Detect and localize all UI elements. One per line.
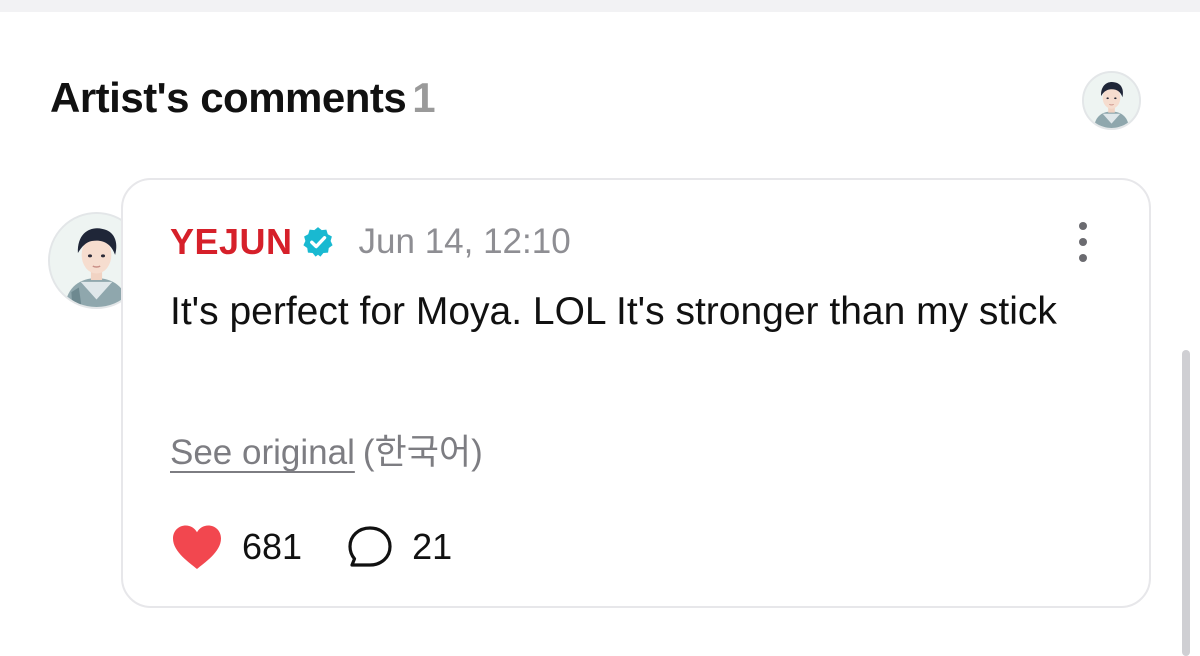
see-original-link[interactable]: See original — [170, 433, 355, 472]
current-user-avatar[interactable] — [1082, 71, 1141, 130]
more-dot — [1079, 254, 1087, 262]
comment-meta: YEJUN Jun 14, 12:10 — [170, 220, 571, 264]
verified-badge-icon — [302, 227, 333, 257]
comment-bubble-icon[interactable] — [346, 524, 394, 570]
original-language: (한국어) — [362, 433, 483, 472]
comment-text: It's perfect for Moya. LOL It's stronger… — [170, 290, 1057, 333]
avatar-illustration — [1084, 73, 1139, 128]
scrollbar-thumb[interactable] — [1182, 350, 1190, 656]
comment-card[interactable]: YEJUN Jun 14, 12:10 It's perfect for Moy… — [121, 178, 1151, 608]
comment-count: 1 — [412, 74, 436, 121]
section-title: Artist's comments 1 — [50, 74, 436, 122]
section-title-label: Artist's comments — [50, 74, 407, 121]
more-dot — [1079, 238, 1087, 246]
comment-stats: 681 21 — [170, 522, 452, 572]
more-vertical-icon[interactable] — [1075, 222, 1091, 262]
like-count: 681 — [242, 526, 303, 567]
reply-count: 21 — [412, 526, 453, 567]
top-status-strip — [0, 0, 1200, 12]
more-dot — [1079, 222, 1087, 230]
author-name[interactable]: YEJUN — [170, 221, 293, 263]
heart-icon[interactable] — [170, 523, 224, 571]
comment-timestamp: Jun 14, 12:10 — [358, 222, 571, 261]
see-original-row: See original (한국어) — [170, 424, 483, 475]
